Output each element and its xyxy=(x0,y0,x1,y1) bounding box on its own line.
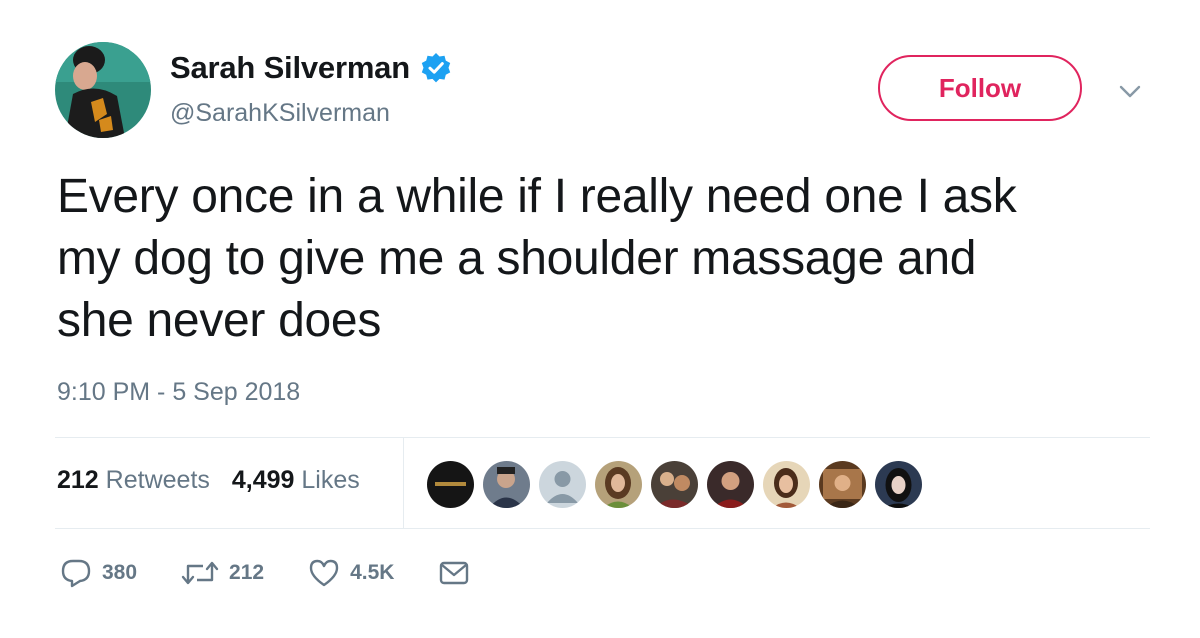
likes-count: 4,499 xyxy=(231,466,295,494)
likes-label: Likes xyxy=(301,466,360,494)
liker-avatar[interactable] xyxy=(595,461,642,508)
author-name-row: Sarah Silverman xyxy=(170,50,452,86)
retweets-label: Retweets xyxy=(105,466,210,494)
liker-avatar[interactable] xyxy=(819,461,866,508)
direct-message-button[interactable] xyxy=(438,560,470,586)
like-button[interactable]: 4.5K xyxy=(308,558,394,588)
liker-avatar[interactable] xyxy=(539,461,586,508)
liker-avatar[interactable] xyxy=(483,461,530,508)
divider xyxy=(55,528,1150,529)
liker-avatar[interactable] xyxy=(763,461,810,508)
like-count: 4.5K xyxy=(350,561,395,584)
reply-icon xyxy=(61,559,91,588)
author-display-name[interactable]: Sarah Silverman xyxy=(170,50,410,86)
heart-icon xyxy=(309,559,339,587)
tweet-actions: 380 212 4.5K xyxy=(60,558,514,588)
author-avatar[interactable] xyxy=(55,42,151,138)
divider xyxy=(55,437,1150,438)
tweet-card: Sarah Silverman @SarahKSilverman Follow … xyxy=(0,0,1200,638)
tweet-stats: 212 Retweets 4,499 Likes xyxy=(57,466,360,495)
follow-button[interactable]: Follow xyxy=(878,55,1082,121)
verified-badge-icon xyxy=(420,52,452,84)
liker-avatar[interactable] xyxy=(651,461,698,508)
liker-avatar[interactable] xyxy=(427,461,474,508)
chevron-down-icon[interactable] xyxy=(1117,80,1143,102)
envelope-icon xyxy=(440,561,469,585)
retweet-count: 212 xyxy=(229,561,265,584)
reply-button[interactable]: 380 xyxy=(60,558,137,588)
stats-separator xyxy=(403,438,404,528)
reply-count: 380 xyxy=(102,561,138,584)
liker-avatars xyxy=(427,461,922,508)
author-handle[interactable]: @SarahKSilverman xyxy=(170,99,390,128)
liker-avatar[interactable] xyxy=(707,461,754,508)
tweet-timestamp[interactable]: 9:10 PM - 5 Sep 2018 xyxy=(57,378,300,407)
liker-avatar[interactable] xyxy=(875,461,922,508)
retweets-stat[interactable]: 212 Retweets xyxy=(57,466,210,495)
tweet-text: Every once in a while if I really need o… xyxy=(57,170,1017,347)
retweet-button[interactable]: 212 xyxy=(181,559,264,587)
likes-stat[interactable]: 4,499 Likes xyxy=(232,466,360,495)
retweet-icon xyxy=(181,561,219,585)
retweets-count: 212 xyxy=(57,466,99,494)
